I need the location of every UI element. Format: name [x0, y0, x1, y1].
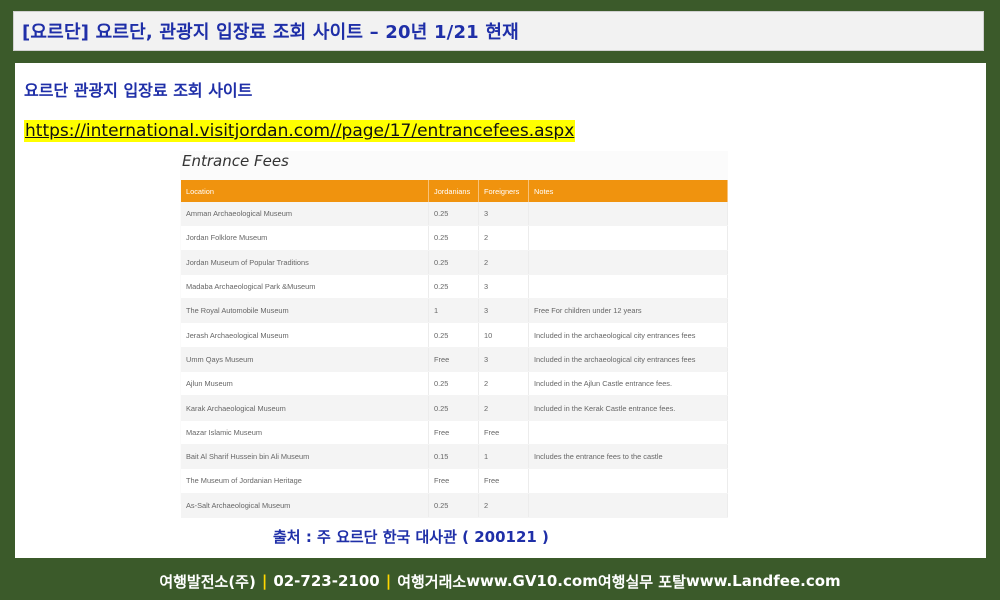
content-panel: 요르단 관광지 입장료 조회 사이트 https://international…	[15, 63, 986, 558]
footer: 여행발전소(주) | 02-723-2100 | 여행거래소 www.GV10.com …	[0, 566, 1000, 596]
column-header-notes: Notes	[528, 180, 728, 202]
table-row: Jerash Archaeological Museum 0.25 10 Includ…	[181, 322, 728, 348]
cell-foreigners: 3	[478, 347, 529, 373]
cell-location: Karak Archaeological Museum	[181, 395, 429, 421]
fees-table: Location Jordanians Foreigners Notes Amm…	[181, 180, 728, 518]
footer-phone: 02-723-2100	[273, 572, 380, 590]
cell-location: Mazar Islamic Museum	[181, 420, 429, 445]
cell-jordanians: Free	[428, 420, 479, 445]
table-row: Bait Al Sharif Hussein bin Ali Museum 0.1…	[181, 444, 728, 470]
cell-notes	[528, 202, 728, 227]
cell-location: Jordan Museum of Popular Traditions	[181, 250, 429, 275]
fees-site-link[interactable]: https://international.visitjordan.com//p…	[24, 120, 576, 142]
cell-jordanians: 0.25	[428, 274, 479, 300]
cell-jordanians: 0.25	[428, 322, 479, 348]
cell-notes	[528, 468, 728, 494]
cell-jordanians: 0.25	[428, 371, 479, 397]
cell-notes	[528, 225, 728, 251]
cell-location: As-Salt Archaeological Museum	[181, 493, 429, 518]
cell-location: Jordan Folklore Museum	[181, 225, 429, 251]
footer-separator: |	[385, 572, 392, 590]
cell-jordanians: Free	[428, 347, 479, 373]
cell-foreigners: Free	[478, 420, 529, 445]
table-row: Jordan Folklore Museum 0.25 2	[181, 225, 728, 251]
table-header-row: Location Jordanians Foreigners Notes	[181, 180, 728, 202]
cell-notes	[528, 250, 728, 275]
cell-foreigners: 3	[478, 298, 529, 324]
table-row: The Royal Automobile Museum 1 3 Free For ch…	[181, 298, 728, 324]
footer-site1-url[interactable]: www.GV10.com	[466, 572, 598, 590]
cell-location: Bait Al Sharif Hussein bin Ali Museum	[181, 444, 429, 470]
page-title: [요르단] 요르단, 관광지 입장료 조회 사이트 – 20년 1/21 현재	[22, 22, 519, 43]
table-row: Jordan Museum of Popular Traditions 0.25 2	[181, 250, 728, 275]
footer-agency: 여행발전소(주)	[159, 572, 256, 591]
cell-jordanians: 0.15	[428, 444, 479, 470]
cell-location: Jerash Archaeological Museum	[181, 322, 429, 348]
cell-notes: Included in the Kerak Castle entrance fe…	[528, 395, 728, 421]
source-note: 출처 : 주 요르단 한국 대사관 ( 200121 )	[273, 528, 549, 546]
section-heading: 요르단 관광지 입장료 조회 사이트	[24, 81, 253, 100]
table-row: Madaba Archaeological Park &Museum 0.25 3	[181, 274, 728, 300]
table-row: The Museum of Jordanian Heritage Free Free	[181, 468, 728, 494]
cell-location: The Museum of Jordanian Heritage	[181, 468, 429, 494]
footer-site2-url[interactable]: www.Landfee.com	[686, 572, 841, 590]
cell-notes: Includes the entrance fees to the castle	[528, 444, 728, 470]
table-row: Ajlun Museum 0.25 2 Included in the Ajlun C…	[181, 371, 728, 397]
cell-foreigners: 2	[478, 493, 529, 518]
cell-notes	[528, 420, 728, 445]
cell-jordanians: 0.25	[428, 202, 479, 227]
cell-notes: Free For children under 12 years	[528, 298, 728, 324]
cell-foreigners: Free	[478, 468, 529, 494]
table-row: Amman Archaeological Museum 0.25 3	[181, 202, 728, 227]
fees-title: Entrance Fees	[182, 152, 289, 170]
cell-location: Amman Archaeological Museum	[181, 202, 429, 227]
cell-notes: Included in the archaeological city entr…	[528, 347, 728, 373]
table-row: As-Salt Archaeological Museum 0.25 2	[181, 493, 728, 518]
cell-jordanians: 0.25	[428, 395, 479, 421]
table-row: Karak Archaeological Museum 0.25 2 Included…	[181, 395, 728, 421]
footer-separator: |	[261, 572, 268, 590]
column-header-foreigners: Foreigners	[478, 180, 529, 202]
entrance-fees-screenshot: Entrance Fees Location Jordanians Foreig…	[180, 151, 728, 518]
footer-site2-label: 여행실무 포탈	[597, 572, 686, 591]
footer-site1-label: 여행거래소	[397, 572, 467, 591]
cell-foreigners: 2	[478, 371, 529, 397]
table-row: Umm Qays Museum Free 3 Included in the arch…	[181, 347, 728, 373]
cell-foreigners: 3	[478, 274, 529, 300]
column-header-jordanians: Jordanians	[428, 180, 479, 202]
cell-location: Madaba Archaeological Park &Museum	[181, 274, 429, 300]
cell-foreigners: 2	[478, 225, 529, 251]
cell-jordanians: 0.25	[428, 493, 479, 518]
cell-foreigners: 2	[478, 395, 529, 421]
cell-jordanians: Free	[428, 468, 479, 494]
column-header-location: Location	[181, 180, 429, 202]
cell-location: The Royal Automobile Museum	[181, 298, 429, 324]
cell-notes: Included in the archaeological city entr…	[528, 322, 728, 348]
cell-foreigners: 1	[478, 444, 529, 470]
cell-foreigners: 3	[478, 202, 529, 227]
cell-location: Umm Qays Museum	[181, 347, 429, 373]
cell-location: Ajlun Museum	[181, 371, 429, 397]
cell-jordanians: 0.25	[428, 250, 479, 275]
cell-notes	[528, 493, 728, 518]
cell-jordanians: 1	[428, 298, 479, 324]
cell-foreigners: 10	[478, 322, 529, 348]
cell-jordanians: 0.25	[428, 225, 479, 251]
table-row: Mazar Islamic Museum Free Free	[181, 420, 728, 445]
cell-notes	[528, 274, 728, 300]
cell-foreigners: 2	[478, 250, 529, 275]
cell-notes: Included in the Ajlun Castle entrance fe…	[528, 371, 728, 397]
title-bar: [요르단] 요르단, 관광지 입장료 조회 사이트 – 20년 1/21 현재	[13, 11, 984, 51]
